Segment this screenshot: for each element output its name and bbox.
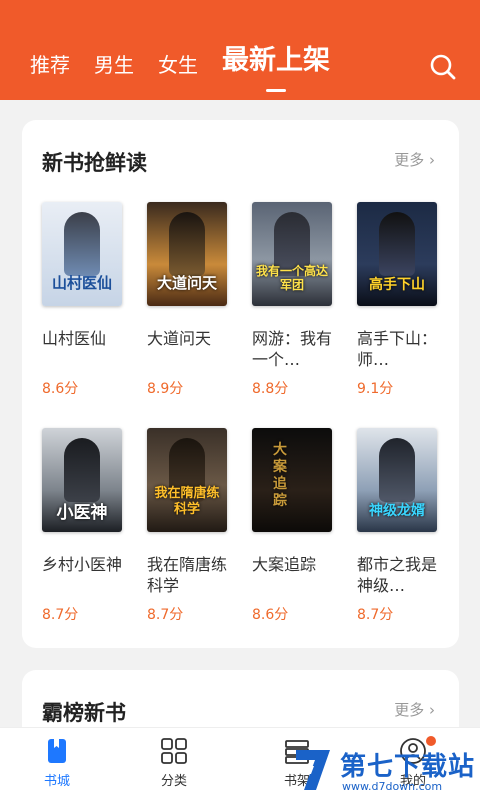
book-title: 山村医仙 (42, 329, 107, 348)
book-score: 8.6分 (252, 607, 289, 623)
cover-title: 神级龙婿 (369, 503, 425, 519)
watermark-logo-icon (296, 750, 330, 790)
tab-recommend[interactable]: 推荐 (30, 52, 70, 78)
book-score: 8.6分 (42, 381, 79, 397)
book-score: 8.7分 (147, 607, 184, 623)
book-score: 8.8分 (252, 381, 289, 397)
watermark-url: www.d7down.com (342, 780, 443, 793)
nav-label: 分类 (160, 774, 187, 789)
book-score: 8.7分 (357, 607, 394, 623)
section-title: 霸榜新书 (42, 701, 126, 725)
book-item[interactable]: 大案追踪 大案追踪 8.6分 (252, 428, 336, 624)
book-cover: 大案追踪 (252, 428, 332, 532)
nav-label: 书城 (43, 774, 70, 789)
watermark-title: 第七下载站 (340, 752, 476, 782)
book-cover: 神级龙婿 (357, 428, 437, 532)
book-cover: 我有一个高达军团 (252, 202, 332, 306)
cover-title: 我在隋唐练科学 (154, 486, 220, 517)
more-link[interactable]: 更多 › (394, 699, 435, 720)
cover-title: 大案追踪 (273, 442, 287, 509)
book-title: 我在隋唐练科学 (147, 555, 228, 595)
book-score: 8.7分 (42, 607, 79, 623)
book-item[interactable]: 小医神 乡村小医神 8.7分 (42, 428, 126, 624)
book-title: 大案追踪 (252, 555, 317, 574)
book-score: 8.9分 (147, 381, 184, 397)
tab-male[interactable]: 男生 (94, 52, 134, 78)
nav-bookstore[interactable]: 书城 (22, 736, 92, 789)
book-title: 都市之我是神级… (357, 555, 438, 595)
book-score: 9.1分 (357, 381, 394, 397)
book-item[interactable]: 神级龙婿 都市之我是神级… 8.7分 (357, 428, 441, 624)
cover-title: 大道问天 (156, 274, 217, 292)
book-item[interactable]: 我有一个高达军团 网游：我有一个… 8.8分 (252, 202, 336, 398)
category-grid-icon (159, 736, 189, 766)
book-title: 网游：我有一个… (252, 329, 333, 369)
top-header: 推荐 男生 女生 最新上架 (0, 0, 480, 100)
cover-title: 山村医仙 (51, 274, 112, 292)
book-item[interactable]: 大道问天 大道问天 8.9分 (147, 202, 231, 398)
book-item[interactable]: 我在隋唐练科学 我在隋唐练科学 8.7分 (147, 428, 231, 624)
cover-title: 高手下山 (369, 277, 425, 293)
section-new-books: 新书抢鲜读 更多 › 山村医仙 山村医仙 8.6分 大道问天 大道问天 8.9分… (22, 120, 459, 648)
book-title: 乡村小医神 (42, 555, 123, 574)
more-link[interactable]: 更多 › (394, 149, 435, 170)
search-icon[interactable] (428, 52, 458, 82)
book-item[interactable]: 山村医仙 山村医仙 8.6分 (42, 202, 126, 398)
book-cover: 小医神 (42, 428, 122, 532)
cover-title: 我有一个高达军团 (255, 264, 328, 292)
category-tabs: 推荐 男生 女生 最新上架 (30, 44, 330, 92)
tab-female[interactable]: 女生 (158, 52, 198, 78)
bookstore-icon (42, 736, 72, 766)
section-title: 新书抢鲜读 (42, 151, 147, 175)
book-cover: 我在隋唐练科学 (147, 428, 227, 532)
tab-new-arrivals[interactable]: 最新上架 (222, 44, 330, 92)
nav-category[interactable]: 分类 (139, 736, 209, 789)
book-cover: 山村医仙 (42, 202, 122, 306)
site-watermark: 第七下载站 www.d7down.com (290, 742, 480, 800)
book-item[interactable]: 高手下山 高手下山：师… 9.1分 (357, 202, 441, 398)
book-title: 大道问天 (147, 329, 212, 348)
cover-title: 小医神 (56, 503, 108, 523)
book-cover: 大道问天 (147, 202, 227, 306)
book-title: 高手下山：师… (357, 329, 438, 369)
book-cover: 高手下山 (357, 202, 437, 306)
